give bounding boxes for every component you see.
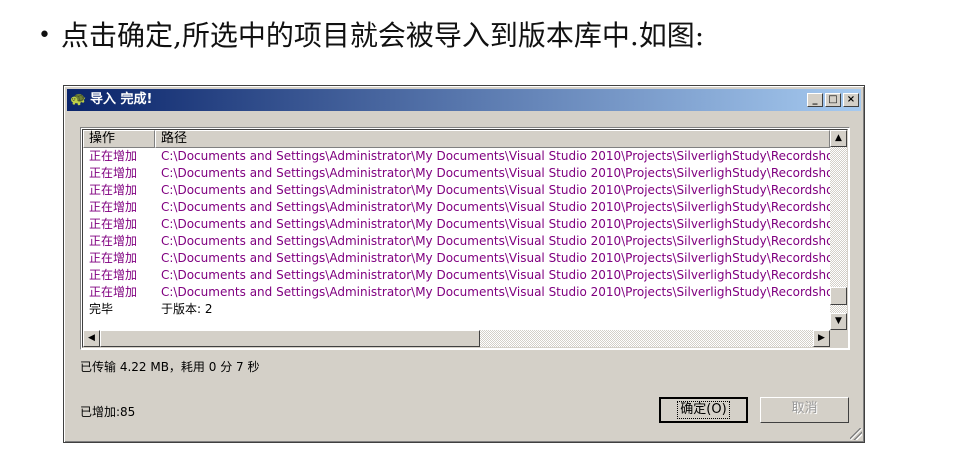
ok-button[interactable]: 确定(O)	[659, 397, 748, 423]
table-row[interactable]: 正在增加 C:\Documents and Settings\Administra…	[83, 250, 830, 267]
scroll-left-icon[interactable]: ◀	[83, 330, 100, 347]
row-action: 正在增加	[89, 183, 138, 197]
row-path: 于版本: 2	[161, 302, 213, 316]
column-header-path[interactable]: 路径	[155, 130, 830, 148]
row-path: C:\Documents and Settings\Administrator\…	[161, 268, 830, 282]
vertical-scrollbar[interactable]: ▲ ▼	[830, 130, 847, 330]
horizontal-scroll-thumb[interactable]	[100, 330, 480, 347]
resize-grip-icon[interactable]	[850, 428, 862, 440]
list-rows: 正在增加 C:\Documents and Settings\Administra…	[83, 148, 830, 318]
added-count: 已增加:85	[80, 405, 136, 419]
column-header-action[interactable]: 操作	[83, 130, 155, 148]
row-action: 正在增加	[89, 268, 138, 282]
slide-text: 点击确定,所选中的项目就会被导入到版本库中.如图:	[60, 19, 705, 52]
turtle-icon: 🐢	[70, 92, 87, 107]
minimize-icon[interactable]: _	[807, 93, 823, 107]
scroll-corner	[830, 330, 847, 347]
table-row[interactable]: 正在增加 C:\Documents and Settings\Administra…	[83, 148, 830, 165]
close-icon[interactable]: ×	[843, 93, 859, 107]
row-action: 正在增加	[89, 166, 138, 180]
row-action: 正在增加	[89, 285, 138, 299]
horizontal-scrollbar[interactable]: ◀ ▶	[83, 330, 830, 347]
scroll-up-icon[interactable]: ▲	[830, 130, 847, 147]
import-log-list[interactable]: 操作 路径 正在增加 C:\Documents and Settings\Admi…	[80, 127, 850, 350]
transfer-status: 已传输 4.22 MB，耗用 0 分 7 秒	[80, 360, 260, 374]
slide-text-line: • 点击确定,所选中的项目就会被导入到版本库中.如图:	[38, 14, 704, 54]
row-action: 完毕	[89, 302, 114, 316]
row-path: C:\Documents and Settings\Administrator\…	[161, 183, 830, 197]
table-row[interactable]: 完毕 于版本: 2	[83, 301, 830, 318]
row-path: C:\Documents and Settings\Administrator\…	[161, 217, 830, 231]
row-action: 正在增加	[89, 149, 138, 163]
cancel-button: 取消	[760, 397, 849, 423]
row-path: C:\Documents and Settings\Administrator\…	[161, 234, 830, 248]
scroll-right-icon[interactable]: ▶	[813, 330, 830, 347]
list-header: 操作 路径	[83, 130, 830, 148]
row-path: C:\Documents and Settings\Administrator\…	[161, 251, 830, 265]
title-bar[interactable]: 🐢 导入 完成! _ □ ×	[67, 89, 861, 111]
table-row[interactable]: 正在增加 C:\Documents and Settings\Administra…	[83, 182, 830, 199]
row-action: 正在增加	[89, 234, 138, 248]
window-title: 导入 完成!	[90, 92, 153, 107]
ok-button-label: 确定(O)	[677, 401, 730, 419]
import-finished-dialog: 🐢 导入 完成! _ □ × 操作 路径 正在增加 C:\Documents an…	[63, 85, 865, 443]
row-path: C:\Documents and Settings\Administrator\…	[161, 166, 830, 180]
table-row[interactable]: 正在增加 C:\Documents and Settings\Administra…	[83, 284, 830, 301]
row-action: 正在增加	[89, 200, 138, 214]
table-row[interactable]: 正在增加 C:\Documents and Settings\Administra…	[83, 267, 830, 284]
table-row[interactable]: 正在增加 C:\Documents and Settings\Administra…	[83, 216, 830, 233]
row-path: C:\Documents and Settings\Administrator\…	[161, 149, 830, 163]
vertical-scroll-thumb[interactable]	[830, 287, 847, 305]
scroll-down-icon[interactable]: ▼	[830, 313, 847, 330]
bullet: •	[38, 23, 51, 48]
row-action: 正在增加	[89, 217, 138, 231]
table-row[interactable]: 正在增加 C:\Documents and Settings\Administra…	[83, 165, 830, 182]
row-path: C:\Documents and Settings\Administrator\…	[161, 285, 830, 299]
row-action: 正在增加	[89, 251, 138, 265]
table-row[interactable]: 正在增加 C:\Documents and Settings\Administra…	[83, 233, 830, 250]
row-path: C:\Documents and Settings\Administrator\…	[161, 200, 830, 214]
table-row[interactable]: 正在增加 C:\Documents and Settings\Administra…	[83, 199, 830, 216]
maximize-icon[interactable]: □	[825, 93, 841, 107]
